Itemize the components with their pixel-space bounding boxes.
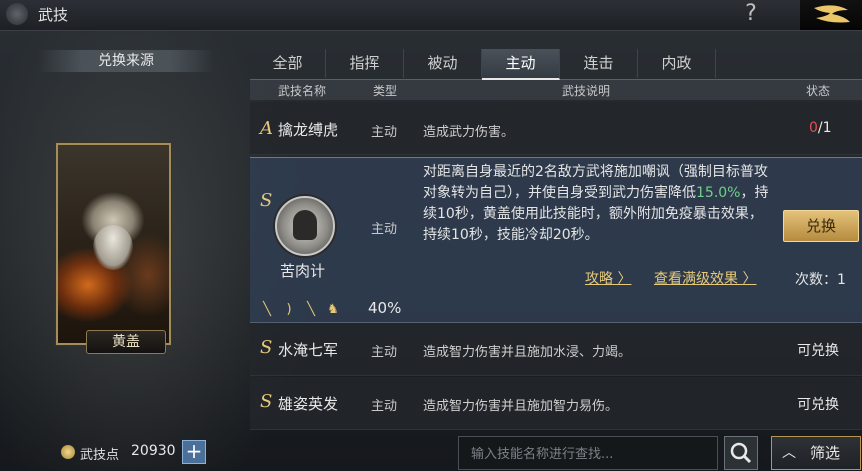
tab-active[interactable]: 主动 bbox=[482, 49, 560, 80]
top-bar: 武技 ? bbox=[0, 0, 862, 31]
skill-desc: 造成智力伤害并且施加水浸、力竭。 bbox=[423, 345, 632, 360]
skill-type: 主动 bbox=[371, 125, 398, 140]
skill-tabs: 全部 指挥 被动 主动 连击 内政 bbox=[250, 49, 862, 80]
header-status: 状态 bbox=[806, 84, 831, 98]
status-total: /1 bbox=[817, 120, 832, 136]
skill-type: 主动 bbox=[371, 399, 398, 414]
filter-button[interactable]: ︿ 筛选 bbox=[771, 436, 861, 470]
skill-desc: 造成武力伤害。 bbox=[423, 125, 515, 140]
skill-status: 0/1 bbox=[809, 120, 832, 136]
search-button[interactable] bbox=[724, 436, 758, 470]
max-effect-link[interactable]: 查看满级效果 〉 bbox=[654, 268, 756, 288]
general-portrait[interactable] bbox=[56, 143, 171, 345]
skill-status: 可兑换 bbox=[797, 397, 839, 413]
general-name: 黄盖 bbox=[86, 330, 166, 354]
header-type: 类型 bbox=[373, 84, 398, 98]
skill-name: 雄姿英发 bbox=[278, 395, 339, 413]
skill-grade: S bbox=[260, 391, 273, 412]
skill-percent: 40% bbox=[368, 299, 402, 317]
help-icon[interactable]: ? bbox=[740, 0, 762, 28]
header-name: 武技名称 bbox=[278, 84, 327, 98]
skill-row[interactable]: S 水淹七军 主动 造成智力伤害并且施加水浸、力竭。 可兑换 bbox=[250, 323, 862, 376]
bow-icon: ) bbox=[286, 302, 292, 317]
skill-status: 可兑换 bbox=[797, 343, 839, 359]
search-box bbox=[458, 436, 718, 470]
portrait-figure bbox=[93, 225, 133, 270]
header-desc: 武技说明 bbox=[562, 84, 611, 98]
add-points-button[interactable]: + bbox=[182, 440, 206, 464]
weapon-icons: ╲) ╲ ♞ bbox=[258, 298, 346, 318]
skill-desc: 造成智力伤害并且施加智力易伤。 bbox=[423, 399, 619, 414]
tab-internal[interactable]: 内政 bbox=[638, 49, 716, 78]
guide-link[interactable]: 攻略 〉 bbox=[585, 268, 631, 288]
filter-label: 筛选 bbox=[810, 444, 841, 462]
tab-command[interactable]: 指挥 bbox=[326, 49, 404, 78]
skills-screen: 武技 ? 兑换来源 黄盖 全部 指挥 被动 主动 连击 内政 武技名称 类型 武… bbox=[0, 0, 862, 471]
sword-icon: ╲ bbox=[263, 302, 271, 317]
skill-grade: S bbox=[260, 190, 273, 211]
skill-grade: S bbox=[260, 337, 273, 358]
skill-points-label: 武技点 bbox=[80, 448, 120, 463]
tab-passive[interactable]: 被动 bbox=[404, 49, 482, 78]
desc-highlight: 15.0% bbox=[696, 185, 741, 201]
horse-icon: ♞ bbox=[327, 302, 339, 317]
coin-icon bbox=[61, 445, 75, 459]
exchange-source-title: 兑换来源 bbox=[38, 50, 214, 72]
exchange-count: 次数：1 bbox=[795, 272, 846, 288]
taunt-warrior-icon bbox=[275, 196, 335, 256]
skill-points-value: 20930 bbox=[131, 443, 176, 459]
back-icon[interactable] bbox=[6, 3, 28, 25]
spear-icon: ╲ bbox=[307, 302, 315, 317]
skill-desc: 对距离自身最近的2名敌方武将施加嘲讽（强制目标普攻对象转为自己），并使自身受到武… bbox=[423, 162, 773, 246]
skill-icon-figure bbox=[293, 210, 317, 240]
search-input[interactable] bbox=[469, 443, 709, 465]
search-icon bbox=[730, 442, 752, 464]
close-logo-icon[interactable] bbox=[800, 0, 862, 30]
skill-row[interactable]: A 擒龙缚虎 主动 造成武力伤害。 0/1 bbox=[250, 102, 862, 155]
exchange-button[interactable]: 兑换 bbox=[783, 210, 859, 242]
skill-grade: A bbox=[260, 118, 273, 139]
status-owned: 0 bbox=[809, 120, 818, 136]
tab-all[interactable]: 全部 bbox=[250, 49, 326, 78]
table-header: 武技名称 类型 武技说明 状态 bbox=[250, 80, 862, 100]
skill-name: 擒龙缚虎 bbox=[278, 121, 339, 139]
window-title: 武技 bbox=[38, 6, 69, 24]
chevron-up-icon: ︿ bbox=[782, 445, 796, 461]
tab-combo[interactable]: 连击 bbox=[560, 49, 638, 78]
skill-name: 苦肉计 bbox=[280, 262, 326, 280]
skill-name: 水淹七军 bbox=[278, 341, 339, 359]
skill-type: 主动 bbox=[371, 345, 398, 360]
skill-row[interactable]: S 雄姿英发 主动 造成智力伤害并且施加智力易伤。 可兑换 bbox=[250, 377, 862, 430]
skill-type: 主动 bbox=[371, 222, 398, 237]
